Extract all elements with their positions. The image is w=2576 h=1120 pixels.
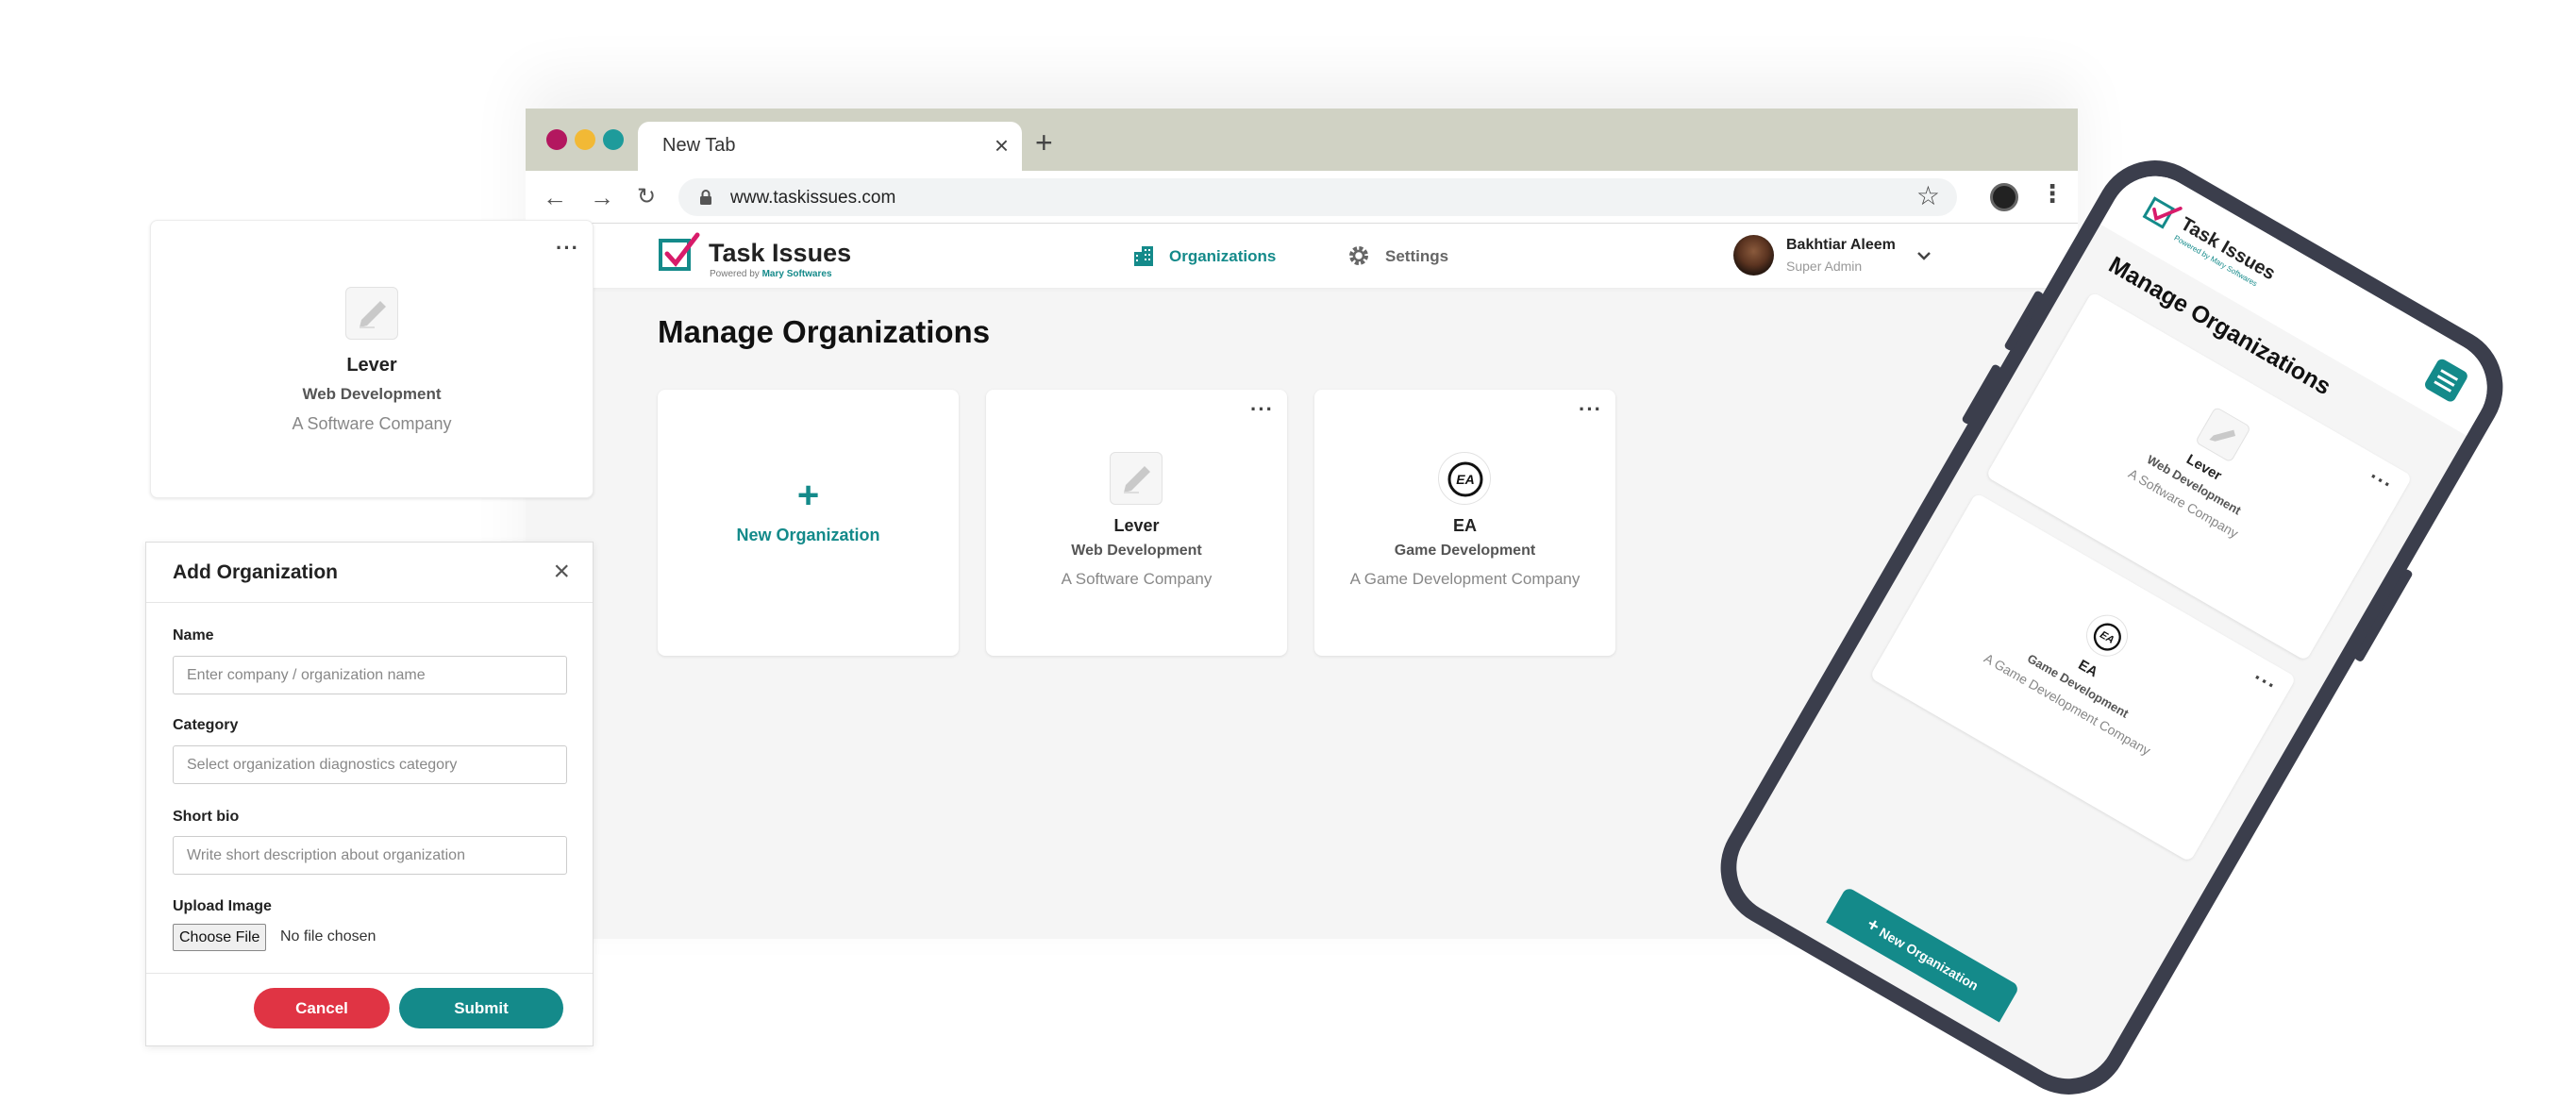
new-organization-label: New Organization xyxy=(736,526,880,544)
name-label: Name xyxy=(173,627,214,644)
close-tab-icon[interactable]: × xyxy=(995,131,1009,160)
dialog-header: Add Organization × xyxy=(146,543,593,603)
more-options-icon[interactable]: ··· xyxy=(556,236,579,260)
more-options-icon[interactable]: ··· xyxy=(2249,665,2281,698)
organization-name: Lever xyxy=(1113,516,1160,535)
organization-description: A Game Development Company xyxy=(1349,570,1581,588)
tab-title: New Tab xyxy=(662,135,736,156)
brand-name: Task Issues xyxy=(709,239,852,267)
address-bar[interactable]: www.taskissues.com ☆ xyxy=(678,178,1957,216)
organization-card-ea[interactable]: ··· EA EA Game Development A Game Develo… xyxy=(1314,390,1615,656)
organization-description: A Software Company xyxy=(1061,570,1213,588)
organization-category: Web Development xyxy=(1071,543,1202,559)
name-input[interactable] xyxy=(173,656,567,694)
upload-image-label: Upload Image xyxy=(173,898,272,914)
close-icon[interactable]: × xyxy=(553,556,570,588)
svg-text:EA: EA xyxy=(2098,629,2116,646)
organization-logo: EA xyxy=(1438,452,1491,505)
gear-icon xyxy=(1349,246,1368,265)
forward-icon[interactable]: → xyxy=(590,183,614,212)
organization-logo: EA xyxy=(2078,607,2136,664)
bookmark-star-icon[interactable]: ☆ xyxy=(1916,180,1940,211)
organization-description: A Software Company xyxy=(292,414,452,433)
submit-button[interactable]: Submit xyxy=(399,988,563,1028)
app-header: Task Issues Powered by Mary Softwares Or… xyxy=(526,224,2078,288)
nav-organizations-label: Organizations xyxy=(1169,247,1277,265)
cancel-button[interactable]: Cancel xyxy=(254,988,390,1028)
short-bio-label: Short bio xyxy=(173,809,240,825)
dialog-divider xyxy=(146,973,593,974)
organization-logo xyxy=(345,287,398,340)
page-title: Manage Organizations xyxy=(658,314,991,349)
phone-new-organization-button[interactable]: + New Organization xyxy=(1826,886,2020,1023)
more-options-icon[interactable]: ··· xyxy=(1250,397,1274,422)
organization-logo xyxy=(1110,452,1163,505)
user-name: Bakhtiar Aleem xyxy=(1786,237,1896,253)
browser-tab[interactable]: New Tab × xyxy=(638,122,1022,171)
dialog-title: Add Organization xyxy=(173,561,338,583)
more-options-icon[interactable]: ··· xyxy=(2365,464,2397,497)
short-bio-input[interactable] xyxy=(173,836,567,875)
floating-organization-card[interactable]: ··· Lever Web Development A Software Com… xyxy=(150,220,594,498)
profile-icon[interactable] xyxy=(1990,183,2018,211)
building-icon xyxy=(1134,246,1153,266)
organization-category: Game Development xyxy=(2024,651,2132,721)
organization-logo xyxy=(2194,406,2252,463)
organization-name: EA xyxy=(1452,516,1477,535)
close-window-dot[interactable] xyxy=(546,129,567,150)
organization-card-lever[interactable]: ··· Lever Web Development A Software Com… xyxy=(986,390,1287,656)
no-file-chosen-text: No file chosen xyxy=(280,928,376,944)
category-select[interactable] xyxy=(173,745,567,784)
lock-icon xyxy=(700,190,711,205)
new-organization-card[interactable]: + New Organization xyxy=(658,390,959,656)
chevron-down-icon xyxy=(1917,252,1931,260)
browser-toolbar: ← → ↻ www.taskissues.com ☆ ⋮ xyxy=(526,171,2078,224)
tab-bar: New Tab × + xyxy=(526,109,2078,171)
avatar xyxy=(1733,235,1774,276)
user-role: Super Admin xyxy=(1786,259,1863,274)
maximize-window-dot[interactable] xyxy=(603,129,624,150)
nav-settings-label: Settings xyxy=(1385,247,1449,265)
minimize-window-dot[interactable] xyxy=(575,129,595,150)
hamburger-menu-icon[interactable] xyxy=(2422,357,2470,404)
new-tab-icon[interactable]: + xyxy=(1035,125,1053,160)
organization-category: Game Development xyxy=(1394,543,1536,559)
reload-icon[interactable]: ↻ xyxy=(637,183,656,210)
svg-text:EA: EA xyxy=(1456,472,1474,487)
add-organization-dialog: Add Organization × Name Category Short b… xyxy=(145,542,594,1046)
more-options-icon[interactable]: ··· xyxy=(1579,397,1602,422)
back-icon[interactable]: ← xyxy=(543,183,567,212)
pencil-icon xyxy=(360,301,386,328)
organization-name: Lever xyxy=(346,355,397,376)
browser-menu-icon[interactable]: ⋮ xyxy=(2040,179,2065,209)
category-label: Category xyxy=(173,717,239,733)
choose-file-button[interactable]: Choose File xyxy=(173,924,267,951)
ea-logo-icon: EA xyxy=(1447,461,1483,497)
ea-logo-icon: EA xyxy=(2093,623,2121,651)
user-menu[interactable]: Bakhtiar Aleem Super Admin xyxy=(1733,233,1932,278)
pencil-icon xyxy=(2209,429,2236,442)
organization-description: A Game Development Company xyxy=(1982,650,2153,759)
url-text: www.taskissues.com xyxy=(730,188,896,208)
checkbox-logo-icon xyxy=(659,232,700,271)
plus-icon: + xyxy=(796,475,820,516)
powered-by: Powered by Mary Softwares xyxy=(710,269,832,279)
pencil-icon xyxy=(1124,466,1150,493)
organization-category: Web Development xyxy=(302,385,442,403)
